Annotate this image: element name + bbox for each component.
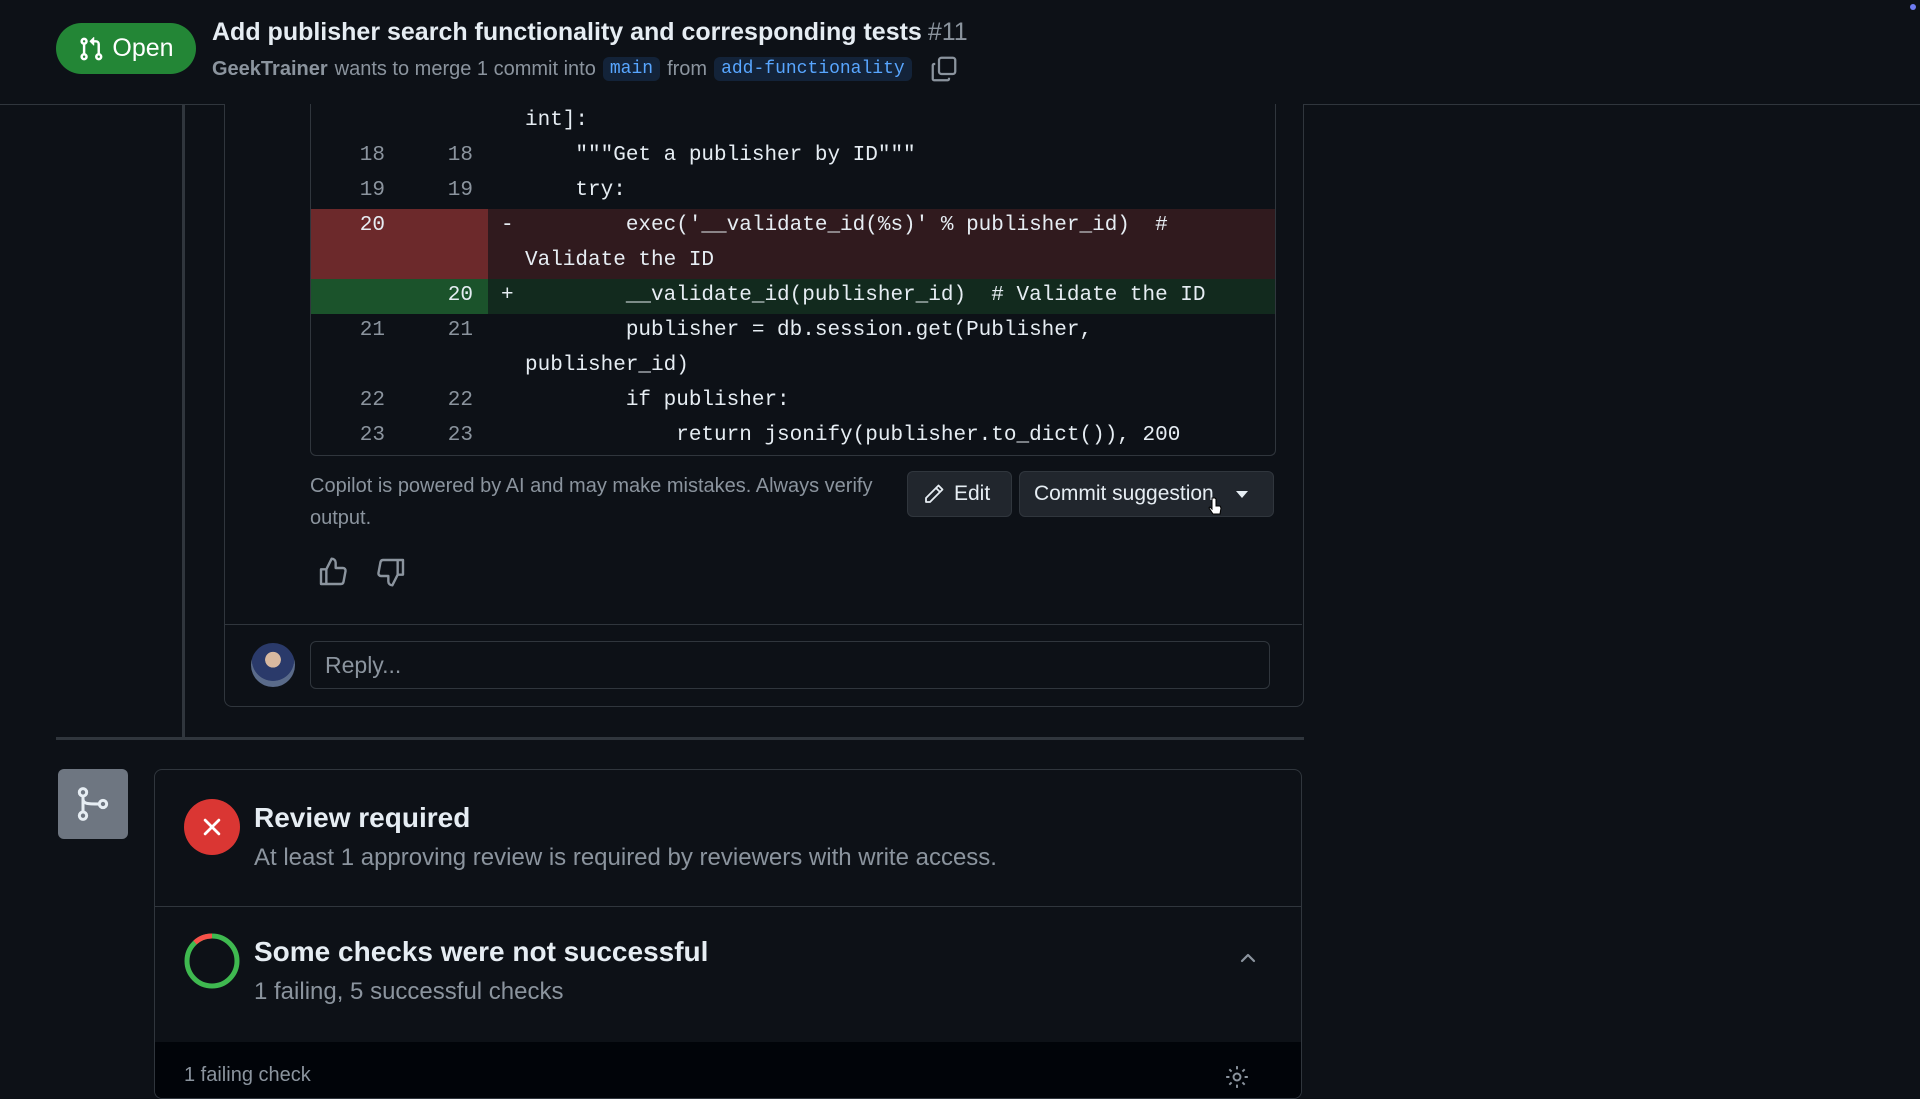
caret-down-icon[interactable] (1235, 490, 1248, 498)
diff-line: 21 21 publisher = db.session.get(Publish… (311, 314, 1275, 349)
avatar (251, 643, 295, 687)
merge-status-box: Review required At least 1 approving rev… (154, 769, 1302, 1099)
review-required-section: Review required At least 1 approving rev… (155, 770, 1301, 907)
new-line-number: 19 (447, 179, 473, 202)
chevron-up-icon[interactable] (1236, 946, 1260, 970)
review-required-title: Review required (254, 802, 471, 833)
diff-line: 22 22 if publisher: (311, 384, 1275, 419)
code-line: if publisher: (525, 389, 790, 412)
code-line: exec('__validate_id(%s)' % publisher_id)… (525, 214, 1168, 237)
old-line-number: 18 (359, 144, 385, 167)
code-line: """Get a publisher by ID""" (525, 144, 916, 167)
diff-line-deleted: 20 - exec('__validate_id(%s)' % publishe… (311, 209, 1275, 244)
code-line: return jsonify(publisher.to_dict()), 200 (525, 424, 1181, 447)
copy-icon[interactable] (929, 54, 959, 84)
pr-merge-summary: GeekTrainer wants to merge 1 commit into… (212, 54, 959, 84)
review-required-desc: At least 1 approving review is required … (254, 844, 997, 871)
thumbs-up-icon[interactable] (317, 556, 349, 588)
diff-line: 19 19 try: (311, 174, 1275, 209)
new-line-number: 20 (447, 284, 473, 307)
pr-title: Add publisher search functionality and c… (212, 18, 968, 47)
diff-sign: - (501, 214, 514, 237)
new-line-number: 22 (447, 389, 473, 412)
code-line: try: (525, 179, 626, 202)
checks-desc: 1 failing, 5 successful checks (254, 978, 564, 1005)
x-icon (203, 818, 221, 836)
base-branch-link[interactable]: main (602, 57, 661, 81)
notification-dot (1910, 4, 1916, 10)
pr-number: #11 (927, 18, 968, 46)
code-line: publisher_id) (525, 354, 689, 377)
status-fail-badge (184, 799, 240, 855)
from-text: from (667, 57, 708, 80)
git-branch-icon (77, 787, 109, 821)
diff-line: 23 23 return jsonify(publisher.to_dict()… (311, 419, 1275, 454)
pencil-icon (925, 484, 944, 503)
pr-title-text: Add publisher search functionality and c… (212, 18, 922, 46)
diff-line: publisher_id) (311, 349, 1275, 384)
code-line: int]: (525, 109, 589, 132)
timeline-divider (56, 737, 1304, 740)
old-line-number: 20 (359, 214, 385, 237)
old-line-number: 19 (359, 179, 385, 202)
mouse-cursor-icon (1208, 497, 1222, 515)
diff-line-added: 20 + __validate_id(publisher_id) # Valid… (311, 279, 1275, 314)
checks-title: Some checks were not successful (254, 936, 709, 967)
diff-line-deleted: Validate the ID (311, 244, 1275, 279)
old-line-number: 22 (359, 389, 385, 412)
merge-text: wants to merge 1 commit into (334, 57, 596, 80)
commit-suggestion-label: Commit suggestion (1034, 482, 1214, 505)
timeline-line (182, 104, 185, 738)
reply-input[interactable] (310, 641, 1270, 689)
diff-sign: + (501, 284, 514, 307)
new-line-number: 21 (447, 319, 473, 342)
pr-author-link[interactable]: GeekTrainer (212, 58, 328, 81)
code-line: __validate_id(publisher_id) # Validate t… (525, 284, 1206, 307)
checks-section[interactable]: Some checks were not successful 1 failin… (155, 906, 1301, 1043)
gear-icon[interactable] (1224, 1064, 1250, 1090)
failing-checks-label: 1 failing check (184, 1064, 311, 1086)
code-line: publisher = db.session.get(Publisher, (525, 319, 1093, 342)
new-line-number: 18 (447, 144, 473, 167)
pr-state-badge: Open (56, 23, 196, 74)
checks-status-ring-icon (184, 933, 240, 989)
git-merge-icon-box (58, 769, 128, 839)
failing-checks-section: 1 failing check (155, 1042, 1301, 1098)
head-branch-link[interactable]: add-functionality (714, 57, 912, 81)
git-pull-request-icon (80, 36, 103, 60)
commit-suggestion-button[interactable]: Commit suggestion (1019, 471, 1274, 517)
old-line-number: 23 (359, 424, 385, 447)
new-line-number: 23 (447, 424, 473, 447)
suggested-change-diff: int]: 18 18 """Get a publisher by ID""" … (310, 104, 1276, 456)
old-line-number: 21 (359, 319, 385, 342)
pr-header: Open Add publisher search functionality … (0, 0, 1920, 105)
pr-state-label: Open (112, 34, 174, 62)
diff-line: int]: (311, 104, 1275, 139)
edit-suggestion-button[interactable]: Edit (907, 471, 1012, 517)
diff-line: 18 18 """Get a publisher by ID""" (311, 139, 1275, 174)
thumbs-down-icon[interactable] (375, 556, 407, 588)
reply-separator (224, 624, 1302, 625)
copilot-disclaimer: Copilot is powered by AI and may make mi… (310, 475, 873, 529)
edit-label: Edit (954, 482, 991, 505)
code-line: Validate the ID (525, 249, 715, 272)
